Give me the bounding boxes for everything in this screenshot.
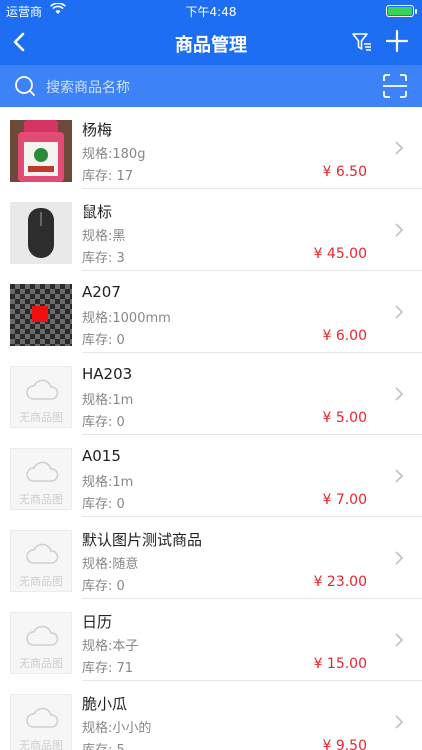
chevron-right-icon xyxy=(395,715,404,729)
product-price: ¥ 7.00 xyxy=(322,492,367,508)
product-row[interactable]: 无商品图 默认图片测试商品 规格:随意 库存: 0 ¥ 23.00 xyxy=(0,517,422,599)
placeholder-label: 无商品图 xyxy=(19,411,63,424)
cloud-icon xyxy=(26,461,59,482)
chevron-right-icon xyxy=(395,141,404,155)
product-row[interactable]: 无商品图 HA203 规格:1m 库存: 0 ¥ 5.00 xyxy=(0,353,422,435)
product-row[interactable]: A207 规格:1000mm 库存: 0 ¥ 6.00 xyxy=(0,271,422,353)
product-image xyxy=(10,202,72,264)
product-stock: 库存: 5 xyxy=(82,739,125,750)
placeholder-image: 无商品图 xyxy=(10,530,72,592)
chevron-right-icon xyxy=(395,223,404,237)
cloud-icon xyxy=(26,543,59,564)
product-image: 无商品图 xyxy=(10,448,72,510)
product-price: ¥ 15.00 xyxy=(313,656,367,672)
product-price: ¥ 6.50 xyxy=(322,164,367,180)
product-stock: 库存: 0 xyxy=(82,497,125,512)
chevron-right-icon xyxy=(395,469,404,483)
product-spec: 规格:随意 xyxy=(82,557,139,572)
search-icon xyxy=(15,76,35,96)
product-image: 无商品图 xyxy=(10,366,72,428)
placeholder-label: 无商品图 xyxy=(19,575,63,588)
cloud-icon xyxy=(26,379,59,400)
scan-icon[interactable] xyxy=(382,73,408,99)
placeholder-image: 无商品图 xyxy=(10,366,72,428)
product-row[interactable]: 无商品图 A015 规格:1m 库存: 0 ¥ 7.00 xyxy=(0,435,422,517)
product-name: A207 xyxy=(82,283,121,301)
filter-icon[interactable] xyxy=(350,30,374,54)
battery-icon xyxy=(386,5,417,17)
placeholder-image: 无商品图 xyxy=(10,612,72,674)
product-name: 默认图片测试商品 xyxy=(82,531,203,549)
add-icon[interactable] xyxy=(384,28,410,54)
product-price: ¥ 6.00 xyxy=(322,328,367,344)
product-spec: 规格:1m xyxy=(82,475,134,490)
navbar: 商品管理 xyxy=(0,20,422,65)
status-time: 下午4:48 xyxy=(185,5,237,19)
product-spec: 规格:小小的 xyxy=(82,721,152,736)
placeholder-label: 无商品图 xyxy=(19,657,63,670)
product-row[interactable]: 杨梅 规格:180g 库存: 17 ¥ 6.50 xyxy=(0,107,422,189)
product-image: 无商品图 xyxy=(10,694,72,750)
product-stock: 库存: 0 xyxy=(82,579,125,594)
product-image: 无商品图 xyxy=(10,612,72,674)
chevron-right-icon xyxy=(395,387,404,401)
product-price: ¥ 5.00 xyxy=(322,410,367,426)
product-image: 无商品图 xyxy=(10,530,72,592)
product-name: 脆小瓜 xyxy=(82,695,128,713)
product-row[interactable]: 无商品图 脆小瓜 规格:小小的 库存: 5 ¥ 9.50 xyxy=(0,681,422,750)
product-stock: 库存: 17 xyxy=(82,169,134,184)
product-spec: 规格:本子 xyxy=(82,639,139,654)
product-name: 杨梅 xyxy=(82,121,113,139)
status-bar: 运营商 下午4:48 xyxy=(0,0,422,20)
placeholder-image: 无商品图 xyxy=(10,448,72,510)
chevron-right-icon xyxy=(395,551,404,565)
product-name: 鼠标 xyxy=(82,203,113,221)
product-spec: 规格:黑 xyxy=(82,229,126,244)
placeholder-label: 无商品图 xyxy=(19,493,63,506)
chevron-right-icon xyxy=(395,633,404,647)
product-spec: 规格:1m xyxy=(82,393,134,408)
header: 运营商 下午4:48 商品管理 xyxy=(0,0,422,65)
product-image xyxy=(10,120,72,182)
product-name: 日历 xyxy=(82,613,113,631)
product-stock: 库存: 0 xyxy=(82,333,125,348)
product-stock: 库存: 71 xyxy=(82,661,134,676)
chevron-right-icon xyxy=(395,305,404,319)
product-price: ¥ 9.50 xyxy=(322,738,367,750)
product-name: HA203 xyxy=(82,365,133,383)
product-spec: 规格:1000mm xyxy=(82,311,171,326)
product-row[interactable]: 鼠标 规格:黑 库存: 3 ¥ 45.00 xyxy=(0,189,422,271)
product-list: 杨梅 规格:180g 库存: 17 ¥ 6.50 鼠标 规格:黑 库存: 3 ¥… xyxy=(0,107,422,750)
product-image xyxy=(10,284,72,346)
product-stock: 库存: 3 xyxy=(82,251,125,266)
cloud-icon xyxy=(26,707,59,728)
product-spec: 规格:180g xyxy=(82,147,146,162)
search-bar: 搜索商品名称 xyxy=(0,65,422,107)
jar-image xyxy=(10,120,72,182)
placeholder-label: 无商品图 xyxy=(19,739,63,750)
placeholder-image: 无商品图 xyxy=(10,694,72,750)
product-price: ¥ 45.00 xyxy=(313,246,367,262)
product-price: ¥ 23.00 xyxy=(313,574,367,590)
search-input[interactable]: 搜索商品名称 xyxy=(46,77,130,97)
mouse-image xyxy=(10,202,72,264)
product-row[interactable]: 无商品图 日历 规格:本子 库存: 71 ¥ 15.00 xyxy=(0,599,422,681)
product-name: A015 xyxy=(82,447,121,465)
cloud-icon xyxy=(26,625,59,646)
product-stock: 库存: 0 xyxy=(82,415,125,430)
checker-image xyxy=(10,284,72,346)
